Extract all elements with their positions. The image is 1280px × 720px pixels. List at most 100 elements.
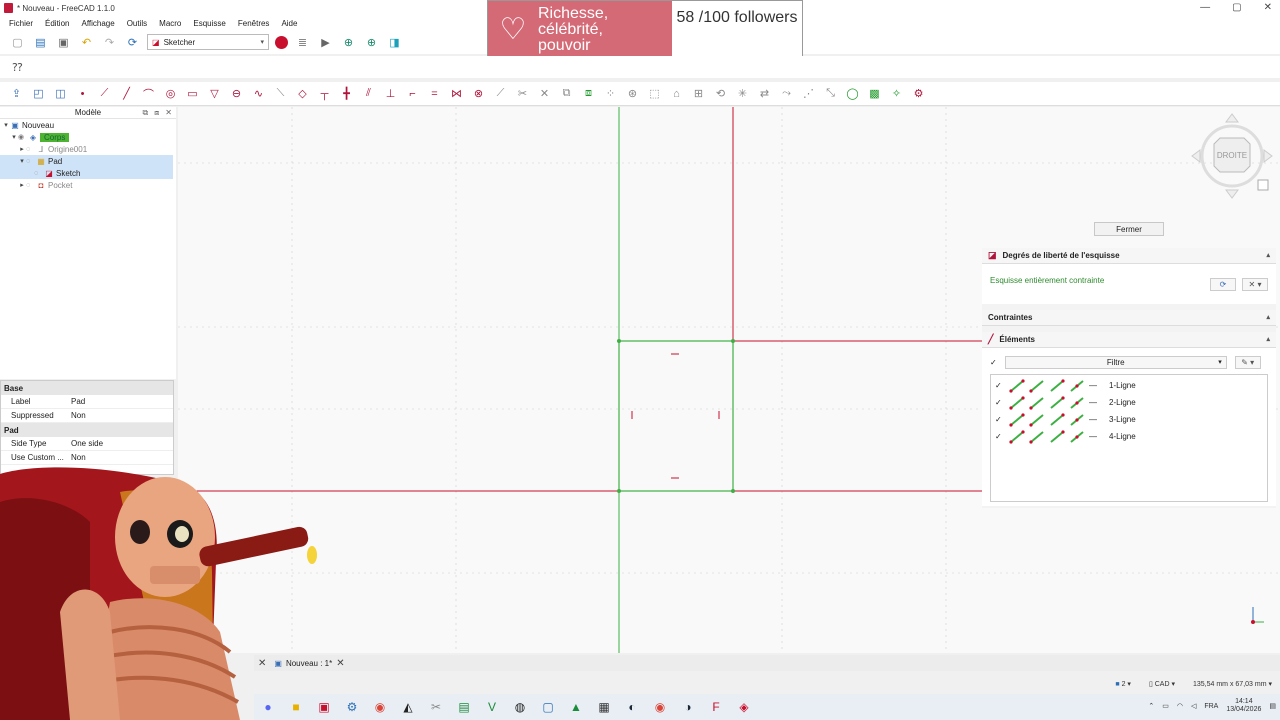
filter-dropdown[interactable]: Filtre ▾ xyxy=(1004,355,1227,369)
layers-indicator[interactable]: ■ 2 ▾ xyxy=(1115,680,1131,688)
collapse-icon[interactable]: ▴ xyxy=(1266,335,1270,343)
select-conflicting-icon[interactable]: ⊛ xyxy=(624,85,641,102)
list-item[interactable]: ✓ — 2-Ligne xyxy=(995,394,1263,411)
filter-settings-button[interactable]: ✎ ▾ xyxy=(1234,355,1261,369)
view-sketch-icon[interactable]: ◰ xyxy=(30,85,47,102)
maximize-button[interactable]: ▢ xyxy=(1232,2,1241,13)
list-item[interactable]: ✓ — 1-Ligne xyxy=(995,377,1263,394)
polyline-tool-icon[interactable]: ⟋ xyxy=(96,85,113,102)
zoom-selection-icon[interactable]: ⊕ xyxy=(363,34,380,51)
constrain-parallel-icon[interactable]: ⫽ xyxy=(360,85,377,102)
tree-item-nouveau[interactable]: ▾ ▣ Nouveau xyxy=(0,119,176,131)
menu-esquisse[interactable]: Esquisse xyxy=(193,19,225,28)
open-icon[interactable]: ▤ xyxy=(32,34,49,51)
circle-tool-icon[interactable]: ◎ xyxy=(162,85,179,102)
steam-icon[interactable]: ◐ xyxy=(618,694,646,720)
snipping-tool-icon[interactable]: ✂ xyxy=(422,694,450,720)
zoom-fit-icon[interactable]: ⊕ xyxy=(340,34,357,51)
polygon-tool-icon[interactable]: ▽ xyxy=(206,85,223,102)
panel-float-icon[interactable]: ⧉ xyxy=(142,108,148,118)
panel-close-icon[interactable]: ✕ xyxy=(165,108,172,118)
record-macro-icon[interactable] xyxy=(275,35,288,49)
elements-section-header[interactable]: ╱ Éléments ▴ xyxy=(982,332,1276,348)
play-macro-icon[interactable]: ▶ xyxy=(317,34,334,51)
navigation-cube[interactable]: DROITE xyxy=(1190,112,1276,202)
list-item[interactable]: ✓ — 4-Ligne xyxy=(995,428,1263,445)
element-checkbox[interactable]: ✓ xyxy=(995,415,1005,424)
trim-tool-icon[interactable]: ✂ xyxy=(514,85,531,102)
expand-arrow-icon[interactable]: ▾ xyxy=(10,133,18,141)
visibility-eye-icon[interactable]: ◌ xyxy=(34,170,44,177)
new-document-icon[interactable]: ▢ xyxy=(9,34,26,51)
mail-icon[interactable]: ▢ xyxy=(534,694,562,720)
steam-vr-icon[interactable]: ▲ xyxy=(562,694,590,720)
clone-tool-icon[interactable]: ✳ xyxy=(734,85,751,102)
menu-edition[interactable]: Édition xyxy=(45,19,69,28)
element-checkbox[interactable]: ✓ xyxy=(995,398,1005,407)
property-value[interactable]: One side xyxy=(69,439,103,448)
refresh-button[interactable]: ⟳ xyxy=(1210,278,1236,291)
arc-tool-icon[interactable]: ⌒ xyxy=(140,85,157,102)
constrain-vertical-icon[interactable]: ┬ xyxy=(316,85,333,102)
freecad-alt-icon[interactable]: ◈ xyxy=(730,694,758,720)
redo-icon[interactable]: ↷ xyxy=(101,34,118,51)
tray-overflow-icon[interactable]: ⌃ xyxy=(1148,702,1154,710)
filter-checkbox[interactable]: ✓ xyxy=(990,358,997,367)
view-section-icon[interactable]: ◫ xyxy=(52,85,69,102)
rectangular-array-icon[interactable]: ⋰ xyxy=(800,85,817,102)
navigation-style[interactable]: ▯ CAD ▾ xyxy=(1149,680,1175,688)
leave-sketch-icon[interactable]: ⇪ xyxy=(8,85,25,102)
view-cube-icon[interactable]: ◨ xyxy=(386,34,403,51)
spreadsheet-icon[interactable]: ▤ xyxy=(450,694,478,720)
whats-this-icon[interactable]: ⁇ xyxy=(9,59,26,76)
property-row[interactable]: Label Pad xyxy=(1,395,173,409)
constrain-equal-icon[interactable]: = xyxy=(426,85,443,102)
tree-item-pocket[interactable]: ▸ ◌ ◘ Pocket xyxy=(0,179,176,191)
menu-aide[interactable]: Aide xyxy=(281,19,297,28)
menu-fenetres[interactable]: Fenêtres xyxy=(238,19,270,28)
collapse-icon[interactable]: ▴ xyxy=(1266,251,1270,259)
save-icon[interactable]: ▣ xyxy=(55,34,72,51)
construction-mode-icon[interactable]: ◇ xyxy=(294,85,311,102)
property-value[interactable]: Pad xyxy=(69,397,85,406)
slot-tool-icon[interactable]: ⊖ xyxy=(228,85,245,102)
snap-toggle-icon[interactable]: ✧ xyxy=(888,85,905,102)
grid-toggle-icon[interactable]: ▩ xyxy=(866,85,883,102)
inkscape-icon[interactable]: ◭ xyxy=(394,694,422,720)
circle-green-icon[interactable]: ◯ xyxy=(844,85,861,102)
tree-item-origin[interactable]: ▸ ◌ ⅃ Origine001 xyxy=(0,143,176,155)
chrome-profile-icon[interactable]: ◉ xyxy=(646,694,674,720)
rectangle-tool-icon[interactable]: ▭ xyxy=(184,85,201,102)
undo-icon[interactable]: ↶ xyxy=(78,34,95,51)
vertex-point[interactable] xyxy=(731,489,735,493)
symmetry-tool-icon[interactable]: ⟲ xyxy=(712,85,729,102)
copy-tool-icon[interactable]: ⇄ xyxy=(756,85,773,102)
menu-outils[interactable]: Outils xyxy=(127,19,147,28)
menu-macro[interactable]: Macro xyxy=(159,19,181,28)
tree-item-sketch[interactable]: ◌ ◪ Sketch xyxy=(0,167,173,179)
macro-list-icon[interactable]: ≣ xyxy=(294,34,311,51)
bspline-tool-icon[interactable]: ∿ xyxy=(250,85,267,102)
split-tool-icon[interactable]: ✕ xyxy=(536,85,553,102)
sketch-rectangle[interactable] xyxy=(618,340,734,492)
delete-constraints-icon[interactable]: ⤡ xyxy=(822,85,839,102)
element-checkbox[interactable]: ✓ xyxy=(995,381,1005,390)
minimize-button[interactable]: — xyxy=(1200,2,1210,13)
refresh-icon[interactable]: ⟳ xyxy=(124,34,141,51)
external-link-icon[interactable]: ⧉ xyxy=(558,85,575,102)
property-row[interactable]: Side Type One side xyxy=(1,437,173,451)
menu-fichier[interactable]: Fichier xyxy=(9,19,33,28)
constrain-coincident-icon[interactable]: ╋ xyxy=(338,85,355,102)
panel-dock-icon[interactable]: ⧈ xyxy=(154,108,159,118)
expand-arrow-icon[interactable]: ▾ xyxy=(18,157,26,165)
volume-icon[interactable]: ◁ xyxy=(1191,702,1196,710)
vertex-point[interactable] xyxy=(617,339,621,343)
clock[interactable]: 14:14 13/04/2026 xyxy=(1226,698,1261,714)
freecad-icon[interactable]: F xyxy=(702,694,730,720)
visibility-eye-icon[interactable]: ◌ xyxy=(26,182,36,189)
visibility-eye-icon[interactable]: ◌ xyxy=(26,158,36,165)
array-tool-icon[interactable]: ⁘ xyxy=(602,85,619,102)
property-value[interactable]: Non xyxy=(69,411,86,420)
select-elements-icon[interactable]: ⬚ xyxy=(646,85,663,102)
settings-button[interactable]: ✕ ▾ xyxy=(1242,278,1268,291)
